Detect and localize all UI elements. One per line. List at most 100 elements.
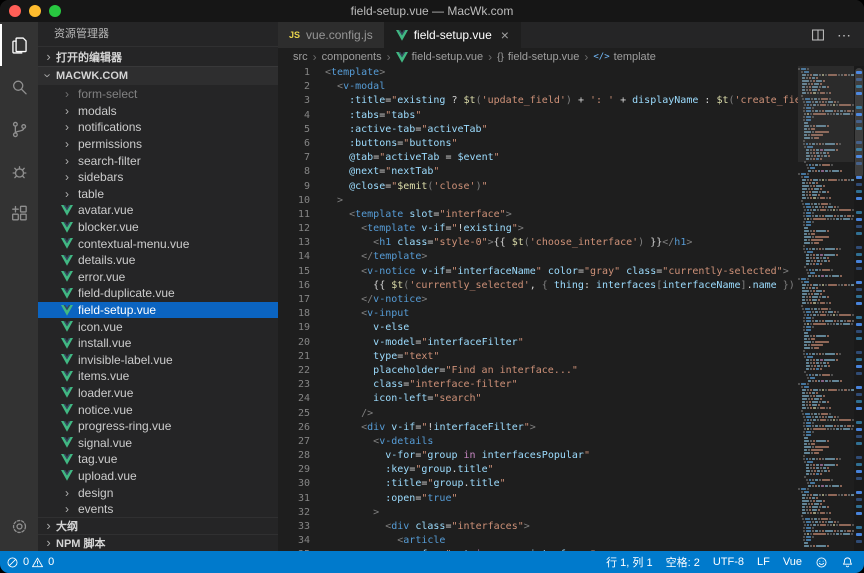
- line-number[interactable]: 2: [278, 80, 310, 94]
- code-line[interactable]: 4 :tabs="tabs": [278, 109, 798, 123]
- outline-section[interactable]: ›大纲: [38, 517, 278, 534]
- line-number[interactable]: 27: [278, 435, 310, 449]
- breadcrumb-symbol-root[interactable]: {}field-setup.vue: [497, 51, 579, 63]
- line-number[interactable]: 25: [278, 407, 310, 421]
- tree-item[interactable]: loader.vue: [38, 385, 278, 402]
- line-number[interactable]: 17: [278, 293, 310, 307]
- line-number[interactable]: 12: [278, 222, 310, 236]
- tree-item[interactable]: ›form-select: [38, 86, 278, 103]
- code-line[interactable]: 21 type="text": [278, 350, 798, 364]
- line-number[interactable]: 30: [278, 477, 310, 491]
- code-line[interactable]: 5 :active-tab="activeTab": [278, 123, 798, 137]
- line-number[interactable]: 22: [278, 364, 310, 378]
- line-number[interactable]: 26: [278, 421, 310, 435]
- line-number[interactable]: 28: [278, 449, 310, 463]
- line-number[interactable]: 9: [278, 180, 310, 194]
- zoom-window-button[interactable]: [49, 5, 61, 17]
- tree-item[interactable]: ›design: [38, 484, 278, 501]
- activity-search-button[interactable]: [0, 66, 38, 108]
- line-number[interactable]: 21: [278, 350, 310, 364]
- tree-item[interactable]: ›table: [38, 186, 278, 203]
- code-line[interactable]: 7 @tab="activeTab = $event": [278, 151, 798, 165]
- tab-field-setup-vue[interactable]: field-setup.vue×: [385, 22, 521, 48]
- close-tab-icon[interactable]: ×: [498, 28, 509, 43]
- line-number[interactable]: 31: [278, 492, 310, 506]
- code-line[interactable]: 14 </template>: [278, 250, 798, 264]
- tree-item[interactable]: progress-ring.vue: [38, 418, 278, 435]
- code-editor[interactable]: 1<template>2 <v-modal3 :title="existing …: [278, 66, 864, 551]
- eol[interactable]: LF: [757, 556, 770, 568]
- minimap-viewport[interactable]: [798, 66, 854, 162]
- feedback[interactable]: [815, 556, 828, 569]
- line-number[interactable]: 23: [278, 378, 310, 392]
- code-line[interactable]: 8 @next="nextTab": [278, 165, 798, 179]
- tree-item[interactable]: signal.vue: [38, 434, 278, 451]
- cursor-position[interactable]: 行 1, 列 1: [606, 554, 652, 570]
- close-window-button[interactable]: [9, 5, 21, 17]
- tree-item[interactable]: tag.vue: [38, 451, 278, 468]
- line-number[interactable]: 19: [278, 321, 310, 335]
- code-line[interactable]: 22 placeholder="Find an interface...": [278, 364, 798, 378]
- split-editor-button[interactable]: [811, 28, 825, 42]
- tree-item[interactable]: ›modals: [38, 103, 278, 120]
- code-line[interactable]: 13 <h1 class="style-0">{{ $t('choose_int…: [278, 236, 798, 250]
- code-line[interactable]: 10 >: [278, 194, 798, 208]
- line-number[interactable]: 5: [278, 123, 310, 137]
- tree-item[interactable]: ›sidebars: [38, 169, 278, 186]
- line-number[interactable]: 4: [278, 109, 310, 123]
- tree-item[interactable]: install.vue: [38, 335, 278, 352]
- more-actions-button[interactable]: ⋯: [837, 27, 852, 44]
- line-number[interactable]: 6: [278, 137, 310, 151]
- code-line[interactable]: 23 class="interface-filter": [278, 378, 798, 392]
- tree-item[interactable]: ›notifications: [38, 119, 278, 136]
- code-line[interactable]: 1<template>: [278, 66, 798, 80]
- tree-item[interactable]: details.vue: [38, 252, 278, 269]
- tree-item[interactable]: ›permissions: [38, 136, 278, 153]
- line-number[interactable]: 34: [278, 534, 310, 548]
- code-line[interactable]: 2 <v-modal: [278, 80, 798, 94]
- code-line[interactable]: 18 <v-input: [278, 307, 798, 321]
- code-line[interactable]: 30 :title="group.title": [278, 477, 798, 491]
- tree-item[interactable]: error.vue: [38, 269, 278, 286]
- tree-item[interactable]: invisible-label.vue: [38, 352, 278, 369]
- tree-item[interactable]: ›events: [38, 501, 278, 517]
- code-line[interactable]: 3 :title="existing ? $t('update_field') …: [278, 94, 798, 108]
- code-line[interactable]: 32 >: [278, 506, 798, 520]
- notifications[interactable]: [841, 556, 854, 569]
- tab-vue-config-js[interactable]: JSvue.config.js: [278, 22, 385, 48]
- problems-warnings[interactable]: 0: [31, 556, 54, 569]
- encoding[interactable]: UTF-8: [713, 556, 744, 568]
- code-line[interactable]: 16 {{ $t('currently_selected', { thing: …: [278, 279, 798, 293]
- code-line[interactable]: 34 <article: [278, 534, 798, 548]
- language-mode[interactable]: Vue: [783, 556, 802, 568]
- npm-scripts-section[interactable]: ›NPM 脚本: [38, 534, 278, 551]
- tree-item[interactable]: field-setup.vue: [38, 302, 278, 319]
- activity-manage-button[interactable]: [0, 505, 38, 547]
- line-number[interactable]: 24: [278, 392, 310, 406]
- breadcrumb-src[interactable]: src: [293, 51, 308, 63]
- line-number[interactable]: 10: [278, 194, 310, 208]
- line-number[interactable]: 3: [278, 94, 310, 108]
- code-line[interactable]: 35 v-for="ext in group.interfaces": [278, 548, 798, 551]
- activity-extensions-button[interactable]: [0, 192, 38, 234]
- line-number[interactable]: 14: [278, 250, 310, 264]
- line-number[interactable]: 29: [278, 463, 310, 477]
- code-line[interactable]: 11 <template slot="interface">: [278, 208, 798, 222]
- tree-item[interactable]: notice.vue: [38, 401, 278, 418]
- line-number[interactable]: 18: [278, 307, 310, 321]
- code-line[interactable]: 19 v-else: [278, 321, 798, 335]
- line-number[interactable]: 1: [278, 66, 310, 80]
- code-line[interactable]: 29 :key="group.title": [278, 463, 798, 477]
- activity-debug-button[interactable]: [0, 150, 38, 192]
- line-number[interactable]: 11: [278, 208, 310, 222]
- tree-item[interactable]: items.vue: [38, 368, 278, 385]
- code-line[interactable]: 33 <div class="interfaces">: [278, 520, 798, 534]
- tree-item[interactable]: field-duplicate.vue: [38, 285, 278, 302]
- code-line[interactable]: 27 <v-details: [278, 435, 798, 449]
- breadcrumb-symbol-template[interactable]: </>template: [593, 51, 655, 63]
- breadcrumb-components[interactable]: components: [322, 51, 382, 63]
- minimize-window-button[interactable]: [29, 5, 41, 17]
- line-number[interactable]: 16: [278, 279, 310, 293]
- code-line[interactable]: 24 icon-left="search": [278, 392, 798, 406]
- line-number[interactable]: 15: [278, 265, 310, 279]
